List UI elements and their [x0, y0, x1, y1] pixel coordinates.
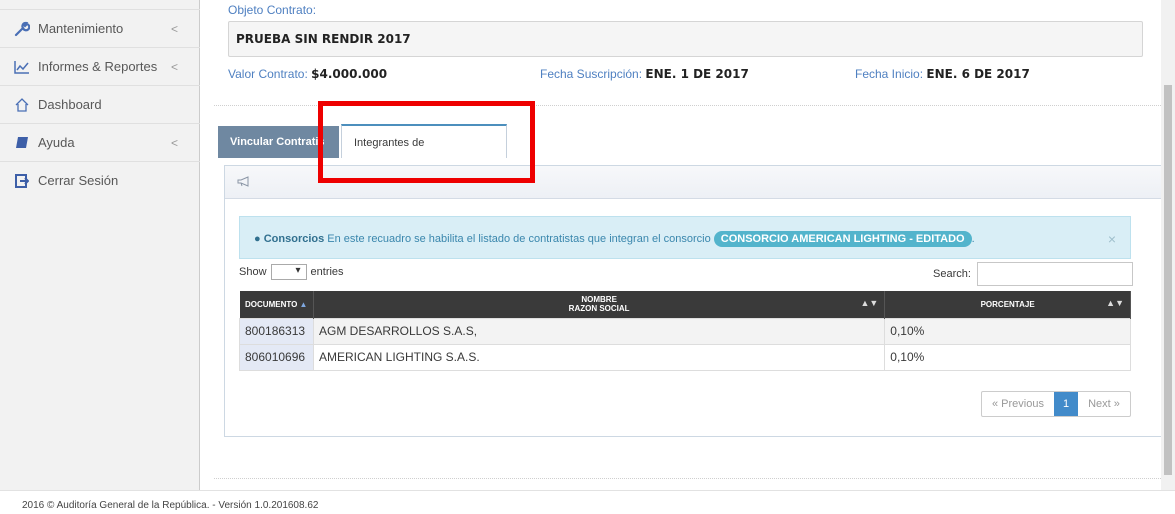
objeto-contrato-value: PRUEBA SIN RENDIR 2017 [236, 32, 411, 46]
consorcios-panel: ● Consorcios En este recuadro se habilit… [224, 165, 1164, 437]
sidebar: Mantenimiento < Informes & Reportes < Da… [0, 0, 200, 490]
chevron-left-icon: < [170, 22, 178, 36]
sidebar-item-dashboard[interactable]: Dashboard [0, 85, 200, 123]
info-alert: ● Consorcios En este recuadro se habilit… [239, 216, 1131, 259]
pagination: « Previous 1 Next » [981, 391, 1131, 417]
valor-contrato: Valor Contrato: $4.000.000 [228, 67, 387, 81]
column-header-label: PORCENTAJE [980, 299, 1035, 309]
column-header-nombre[interactable]: NOMBRE RAZON SOCIAL ▲▼ [313, 291, 886, 318]
fecha-inicio: Fecha Inicio: ENE. 6 DE 2017 [855, 67, 1030, 81]
scrollbar-thumb[interactable] [1164, 85, 1172, 475]
column-header-documento[interactable]: DOCUMENTO ▲ [239, 291, 314, 318]
cell-porcentaje: 0,10% [884, 317, 1131, 345]
divider [214, 478, 1161, 479]
previous-button[interactable]: « Previous [982, 392, 1054, 416]
sort-icon: ▲▼ [860, 298, 879, 308]
sidebar-item-label: Mantenimiento [38, 21, 124, 36]
table-row[interactable]: 800186313 AGM DESARROLLOS S.A.S, 0,10% [239, 317, 1131, 345]
sidebar-item-label: Ayuda [38, 135, 75, 150]
show-label: Show [239, 266, 267, 278]
bullhorn-icon [237, 176, 249, 190]
search-input[interactable] [976, 262, 1133, 286]
column-header-label: DOCUMENTO [245, 299, 298, 309]
sort-icon: ▲▼ [1106, 298, 1124, 308]
cell-nombre: AGM DESARROLLOS S.A.S, [312, 317, 886, 345]
column-header-label: NOMBRE [581, 295, 617, 305]
valor-contrato-label: Valor Contrato: [228, 67, 308, 81]
integrantes-table: DOCUMENTO ▲ NOMBRE RAZON SOCIAL ▲▼ PORCE… [239, 291, 1131, 371]
objeto-contrato-label: Objeto Contrato: [228, 3, 317, 17]
book-icon [12, 136, 32, 149]
chevron-left-icon: < [170, 60, 178, 74]
page-1-button[interactable]: 1 [1053, 392, 1079, 416]
next-button[interactable]: Next » [1078, 392, 1130, 416]
column-header-label: RAZON SOCIAL [568, 304, 630, 314]
sidebar-item-label: Cerrar Sesión [38, 173, 119, 188]
line-chart-icon [12, 60, 32, 74]
table-search: Search: [933, 262, 1133, 286]
sign-out-icon [12, 173, 32, 188]
entries-length-control: Show entries [239, 264, 344, 280]
sidebar-item-informes[interactable]: Informes & Reportes < [0, 47, 200, 85]
sidebar-item-label: Informes & Reportes [38, 59, 158, 74]
alert-title: Consorcios [263, 233, 325, 245]
home-icon [12, 97, 32, 112]
alert-text: En este recuadro se habilita el listado … [327, 233, 711, 245]
info-icon: ● [254, 233, 261, 245]
alert-trailing: . [971, 233, 975, 245]
sidebar-item-label: Dashboard [38, 97, 102, 112]
search-label: Search: [933, 268, 971, 280]
column-header-porcentaje[interactable]: PORCENTAJE ▲▼ [884, 291, 1131, 318]
fecha-suscripcion-value: ENE. 1 DE 2017 [645, 67, 749, 81]
entries-select[interactable] [270, 264, 307, 280]
sidebar-item-mantenimiento[interactable]: Mantenimiento < [0, 9, 200, 47]
fecha-suscripcion: Fecha Suscripción: ENE. 1 DE 2017 [540, 67, 749, 81]
footer: 2016 © Auditoría General de la República… [0, 490, 1175, 514]
sidebar-item-cerrar-sesion[interactable]: Cerrar Sesión [0, 161, 200, 199]
footer-text: 2016 © Auditoría General de la República… [22, 500, 319, 511]
valor-contrato-value: $4.000.000 [311, 67, 388, 81]
fecha-inicio-label: Fecha Inicio: [855, 67, 924, 81]
table-row[interactable]: 806010696 AMERICAN LIGHTING S.A.S. 0,10% [239, 343, 1131, 371]
fecha-suscripcion-label: Fecha Suscripción: [540, 67, 643, 81]
cell-documento: 806010696 [239, 343, 314, 371]
entries-label: entries [310, 266, 344, 278]
sidebar-item-ayuda[interactable]: Ayuda < [0, 123, 200, 161]
fecha-inicio-value: ENE. 6 DE 2017 [926, 67, 1030, 81]
consorcio-badge: CONSORCIO AMERICAN LIGHTING - EDITADO [713, 231, 972, 247]
main-content: Objeto Contrato: PRUEBA SIN RENDIR 2017 … [200, 0, 1164, 490]
cell-documento: 800186313 [239, 317, 314, 345]
chevron-left-icon: < [170, 136, 178, 150]
scrollbar[interactable] [1161, 0, 1175, 490]
sort-asc-icon: ▲ [299, 299, 308, 309]
cell-nombre: AMERICAN LIGHTING S.A.S. [312, 343, 886, 371]
objeto-contrato-field: PRUEBA SIN RENDIR 2017 [228, 21, 1143, 57]
close-icon[interactable]: × [1108, 231, 1116, 247]
wrench-icon [12, 21, 32, 37]
highlight-annotation [318, 101, 535, 183]
cell-porcentaje: 0,10% [884, 343, 1131, 371]
